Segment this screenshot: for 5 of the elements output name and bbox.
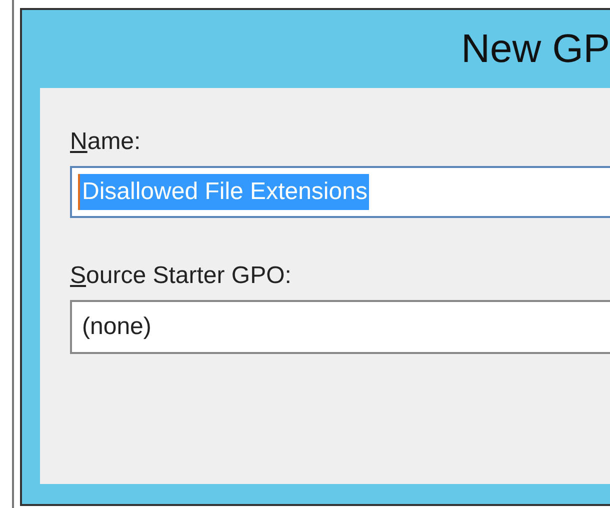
source-starter-label: Source Starter GPO: [70,261,292,291]
name-value: Disallowed File Extensions [78,174,370,210]
name-label: Name: [70,127,142,157]
source-starter-dropdown[interactable]: (none) [70,300,610,354]
window-title: New GP [461,29,610,69]
